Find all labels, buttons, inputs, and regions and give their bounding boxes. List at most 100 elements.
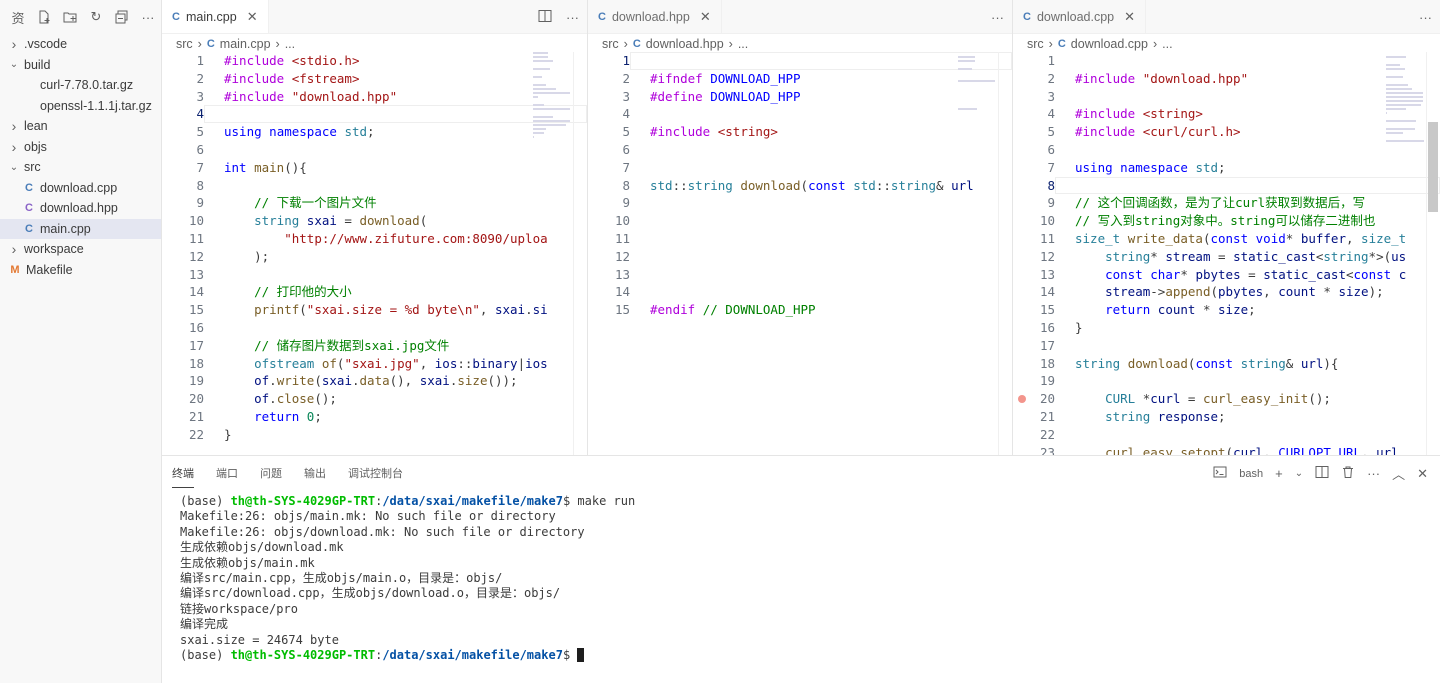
code-line[interactable]: 10 string sxai = download(: [162, 212, 587, 230]
vertical-scrollbar[interactable]: [573, 52, 587, 455]
tree-item-download-hpp[interactable]: Cdownload.hpp: [0, 198, 161, 219]
tree-item-lean[interactable]: › lean: [0, 116, 161, 137]
code-line[interactable]: 5 #include <string>: [588, 123, 1012, 141]
code-line[interactable]: 2 #ifndef DOWNLOAD_HPP: [588, 70, 1012, 88]
breadcrumb-file[interactable]: main.cpp: [220, 37, 271, 51]
close-icon[interactable]: ✕: [247, 9, 258, 25]
code-line[interactable]: 13: [588, 266, 1012, 284]
code-line[interactable]: 1: [1013, 52, 1440, 70]
breadcrumb-more[interactable]: ...: [1162, 37, 1172, 51]
code-line[interactable]: 6: [162, 141, 587, 159]
code-line[interactable]: 12 );: [162, 248, 587, 266]
tree-item-download-cpp[interactable]: Cdownload.cpp: [0, 178, 161, 199]
code-line[interactable]: 14 stream->append(pbytes, count * size);: [1013, 283, 1440, 301]
panel-tab[interactable]: 输出: [304, 459, 326, 487]
code-line[interactable]: 2 #include <fstream>: [162, 70, 587, 88]
code-line[interactable]: 4 #include <string>: [1013, 105, 1440, 123]
breadcrumb-folder[interactable]: src: [176, 37, 193, 51]
minimap[interactable]: [958, 52, 998, 452]
code-area[interactable]: 1 2 #ifndef DOWNLOAD_HPP 3 #define DOWNLOAD_…: [588, 52, 1012, 455]
code-line[interactable]: 15 #endif // DOWNLOAD_HPP: [588, 301, 1012, 319]
code-line[interactable]: 7 using namespace std;: [1013, 159, 1440, 177]
shell-name[interactable]: bash: [1239, 468, 1263, 480]
split-editor-icon[interactable]: [538, 9, 552, 26]
code-line[interactable]: 14: [588, 283, 1012, 301]
new-file-icon[interactable]: [36, 9, 52, 25]
close-icon[interactable]: ✕: [700, 9, 711, 25]
code-line[interactable]: 11: [588, 230, 1012, 248]
more-actions-icon[interactable]: ···: [1367, 466, 1380, 481]
code-line[interactable]: 6: [588, 141, 1012, 159]
code-line[interactable]: 3 #include "download.hpp": [162, 88, 587, 106]
code-line[interactable]: 19 of.write(sxai.data(), sxai.size());: [162, 372, 587, 390]
tree-item--vscode[interactable]: › .vscode: [0, 34, 161, 55]
editor-main-cpp[interactable]: C main.cpp ✕ ··· src › C main.cpp › ... …: [162, 0, 588, 455]
tab-download-cpp[interactable]: C download.cpp ✕: [1013, 0, 1147, 33]
code-line[interactable]: 12: [588, 248, 1012, 266]
more-actions-icon[interactable]: ···: [140, 9, 156, 25]
code-line[interactable]: 15 return count * size;: [1013, 301, 1440, 319]
split-terminal-icon[interactable]: [1315, 465, 1329, 482]
tree-item-workspace[interactable]: › workspace: [0, 239, 161, 260]
breadcrumb-folder[interactable]: src: [1027, 37, 1044, 51]
breadcrumb-file[interactable]: download.cpp: [1071, 37, 1148, 51]
refresh-icon[interactable]: ↻: [88, 9, 104, 25]
code-line[interactable]: 9 // 这个回调函数，是为了让curl获取到数据后，写: [1013, 194, 1440, 212]
tree-item-makefile[interactable]: M Makefile: [0, 260, 161, 281]
code-line[interactable]: 20 CURL *curl = curl_easy_init();: [1013, 390, 1440, 408]
code-line[interactable]: 17: [1013, 337, 1440, 355]
scrollbar-thumb[interactable]: [1428, 122, 1438, 212]
minimap[interactable]: [533, 52, 573, 452]
vertical-scrollbar[interactable]: [1426, 52, 1440, 455]
code-line[interactable]: 8: [1013, 176, 1440, 195]
code-line[interactable]: 21 return 0;: [162, 408, 587, 426]
code-line[interactable]: 1: [588, 52, 1012, 70]
terminal-icon[interactable]: [1213, 465, 1227, 482]
more-actions-icon[interactable]: ···: [991, 10, 1004, 25]
code-line[interactable]: 7: [588, 159, 1012, 177]
code-line[interactable]: 16}: [1013, 319, 1440, 337]
code-line[interactable]: 23 curl_easy_setopt(curl, CURLOPT_URL, u…: [1013, 444, 1440, 455]
trash-icon[interactable]: [1341, 465, 1355, 482]
tree-item-openssl-1-1-1j-tar-gz[interactable]: openssl-1.1.1j.tar.gz: [0, 96, 161, 117]
code-line[interactable]: 18 ofstream of("sxai.jpg", ios::binary|i…: [162, 355, 587, 373]
code-area[interactable]: 1 #include <stdio.h> 2 #include <fstream> 3 #…: [162, 52, 587, 455]
resource-icon[interactable]: 资: [10, 9, 26, 26]
panel-tab[interactable]: 终端: [172, 459, 194, 488]
maximize-panel-icon[interactable]: ︿: [1392, 464, 1405, 483]
editor-download-cpp[interactable]: C download.cpp ✕ ··· src › C download.cp…: [1013, 0, 1440, 455]
code-line[interactable]: 13: [162, 266, 587, 284]
code-line[interactable]: 22: [1013, 426, 1440, 444]
code-line[interactable]: 16: [162, 319, 587, 337]
code-line[interactable]: 19: [1013, 372, 1440, 390]
new-folder-icon[interactable]: [62, 9, 78, 25]
code-line[interactable]: 14 // 打印他的大小: [162, 283, 587, 301]
chevron-down-icon[interactable]: ⌄: [1295, 468, 1303, 479]
code-line[interactable]: 11 size_t write_data(const void* buffer, …: [1013, 230, 1440, 248]
tree-item-curl-7-78-0-tar-gz[interactable]: curl-7.78.0.tar.gz: [0, 75, 161, 96]
tree-item-objs[interactable]: › objs: [0, 137, 161, 158]
code-line[interactable]: 11 "http://www.zifuture.com:8090/uploa: [162, 230, 587, 248]
vertical-scrollbar[interactable]: [998, 52, 1012, 455]
tab-download-hpp[interactable]: C download.hpp ✕: [588, 0, 722, 33]
code-line[interactable]: 1 #include <stdio.h>: [162, 52, 587, 70]
code-line[interactable]: 10: [588, 212, 1012, 230]
code-line[interactable]: 6: [1013, 141, 1440, 159]
more-actions-icon[interactable]: ···: [1419, 10, 1432, 25]
code-line[interactable]: 20 of.close();: [162, 390, 587, 408]
code-line[interactable]: 5 #include <curl/curl.h>: [1013, 123, 1440, 141]
code-line[interactable]: 4: [588, 105, 1012, 123]
code-line[interactable]: 8 std::string download(const std::string&…: [588, 177, 1012, 195]
code-line[interactable]: 5 using namespace std;: [162, 123, 587, 141]
collapse-all-icon[interactable]: [114, 9, 130, 25]
tab-main-cpp[interactable]: C main.cpp ✕: [162, 0, 269, 33]
tree-item-main-cpp[interactable]: Cmain.cpp: [0, 218, 161, 239]
breadcrumb-file[interactable]: download.hpp: [646, 37, 724, 51]
panel-tab[interactable]: 问题: [260, 459, 282, 487]
minimap[interactable]: [1386, 52, 1426, 452]
tree-item-build[interactable]: ⌄ build: [0, 55, 161, 76]
code-line[interactable]: 22}: [162, 426, 587, 444]
tree-item-src[interactable]: ⌄ src: [0, 157, 161, 178]
code-line[interactable]: 15 printf("sxai.size = %d byte\n", sxai.…: [162, 301, 587, 319]
code-line[interactable]: 10 // 写入到string对象中。string可以储存二进制也: [1013, 212, 1440, 230]
